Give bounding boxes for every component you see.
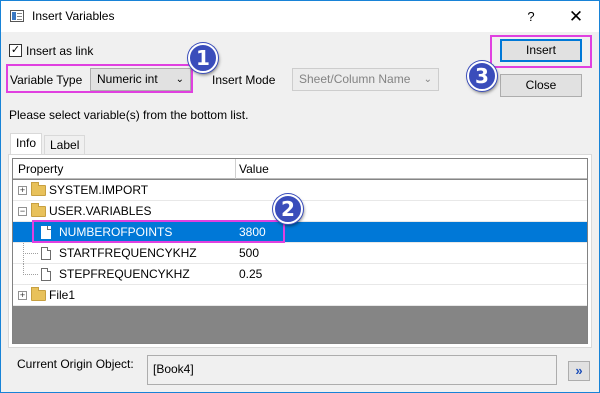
close-window-button[interactable]: ✕ <box>561 6 591 28</box>
tree-row-label: USER.VARIABLES <box>49 204 152 218</box>
folder-icon <box>31 182 46 196</box>
tab-label[interactable]: Label <box>44 135 86 155</box>
column-divider[interactable] <box>235 159 236 179</box>
callout-badge-3: 3 <box>467 61 497 91</box>
instruction-text: Please select variable(s) from the botto… <box>9 108 249 122</box>
folder-icon <box>31 203 46 217</box>
tree-row-value: 0.25 <box>239 267 263 281</box>
app-window-icon <box>10 10 24 22</box>
insert-as-link-label[interactable]: Insert as link <box>26 44 93 58</box>
insert-button-highlight <box>490 35 592 68</box>
tree-row-label: File1 <box>49 288 76 302</box>
navigate-object-button[interactable]: » <box>568 361 590 381</box>
insert-mode-value: Sheet/Column Name <box>299 72 411 86</box>
tree-line <box>23 253 38 254</box>
insert-mode-label: Insert Mode <box>212 73 276 87</box>
tab-info[interactable]: Info <box>10 133 43 155</box>
selected-row-highlight <box>32 220 285 243</box>
insert-as-link-checkbox[interactable]: ✓ <box>9 44 22 57</box>
help-button[interactable]: ? <box>516 6 546 28</box>
chevron-down-icon: ⌄ <box>423 74 432 85</box>
current-object-field: [Book4] <box>147 355 557 385</box>
property-column-header[interactable]: Property <box>18 162 63 176</box>
current-object-value: [Book4] <box>153 362 194 376</box>
close-button[interactable]: Close <box>500 74 582 97</box>
document-icon <box>41 247 51 260</box>
expand-plus-icon[interactable]: + <box>18 186 27 195</box>
tree-row-file1[interactable]: + File1 <box>13 285 587 306</box>
tree-row-startfrequencykhz[interactable]: STARTFREQUENCYKHZ 500 <box>13 243 587 264</box>
collapse-minus-icon[interactable]: − <box>18 207 27 216</box>
current-object-label: Current Origin Object: <box>17 357 134 371</box>
tree-row-value: 500 <box>239 246 260 260</box>
grid-header: Property Value <box>13 159 587 179</box>
expand-plus-icon[interactable]: + <box>18 291 27 300</box>
insert-mode-select[interactable]: Sheet/Column Name ⌄ <box>292 68 439 91</box>
tree-row-label: STARTFREQUENCYKHZ <box>59 246 197 260</box>
callout-badge-2: 2 <box>273 194 303 224</box>
tree-line <box>23 274 38 275</box>
tree-row-stepfrequencykhz[interactable]: STEPFREQUENCYKHZ 0.25 <box>13 264 587 285</box>
variables-grid[interactable]: Property Value + SYSTEM.IMPORT − USER.VA… <box>12 158 588 344</box>
tree-row-label: STEPFREQUENCYKHZ <box>59 267 190 281</box>
title-bar: Insert Variables ? ✕ <box>1 1 599 32</box>
document-icon <box>41 268 51 281</box>
insert-variables-dialog: Insert Variables ? ✕ ✓ Insert as link Va… <box>0 0 600 393</box>
window-title: Insert Variables <box>32 9 115 23</box>
value-column-header[interactable]: Value <box>239 162 269 176</box>
variable-type-highlight <box>6 64 193 93</box>
folder-icon <box>31 287 46 301</box>
callout-badge-1: 1 <box>188 43 218 73</box>
tree-row-system-import[interactable]: + SYSTEM.IMPORT <box>13 180 587 201</box>
tree-row-label: SYSTEM.IMPORT <box>49 183 149 197</box>
